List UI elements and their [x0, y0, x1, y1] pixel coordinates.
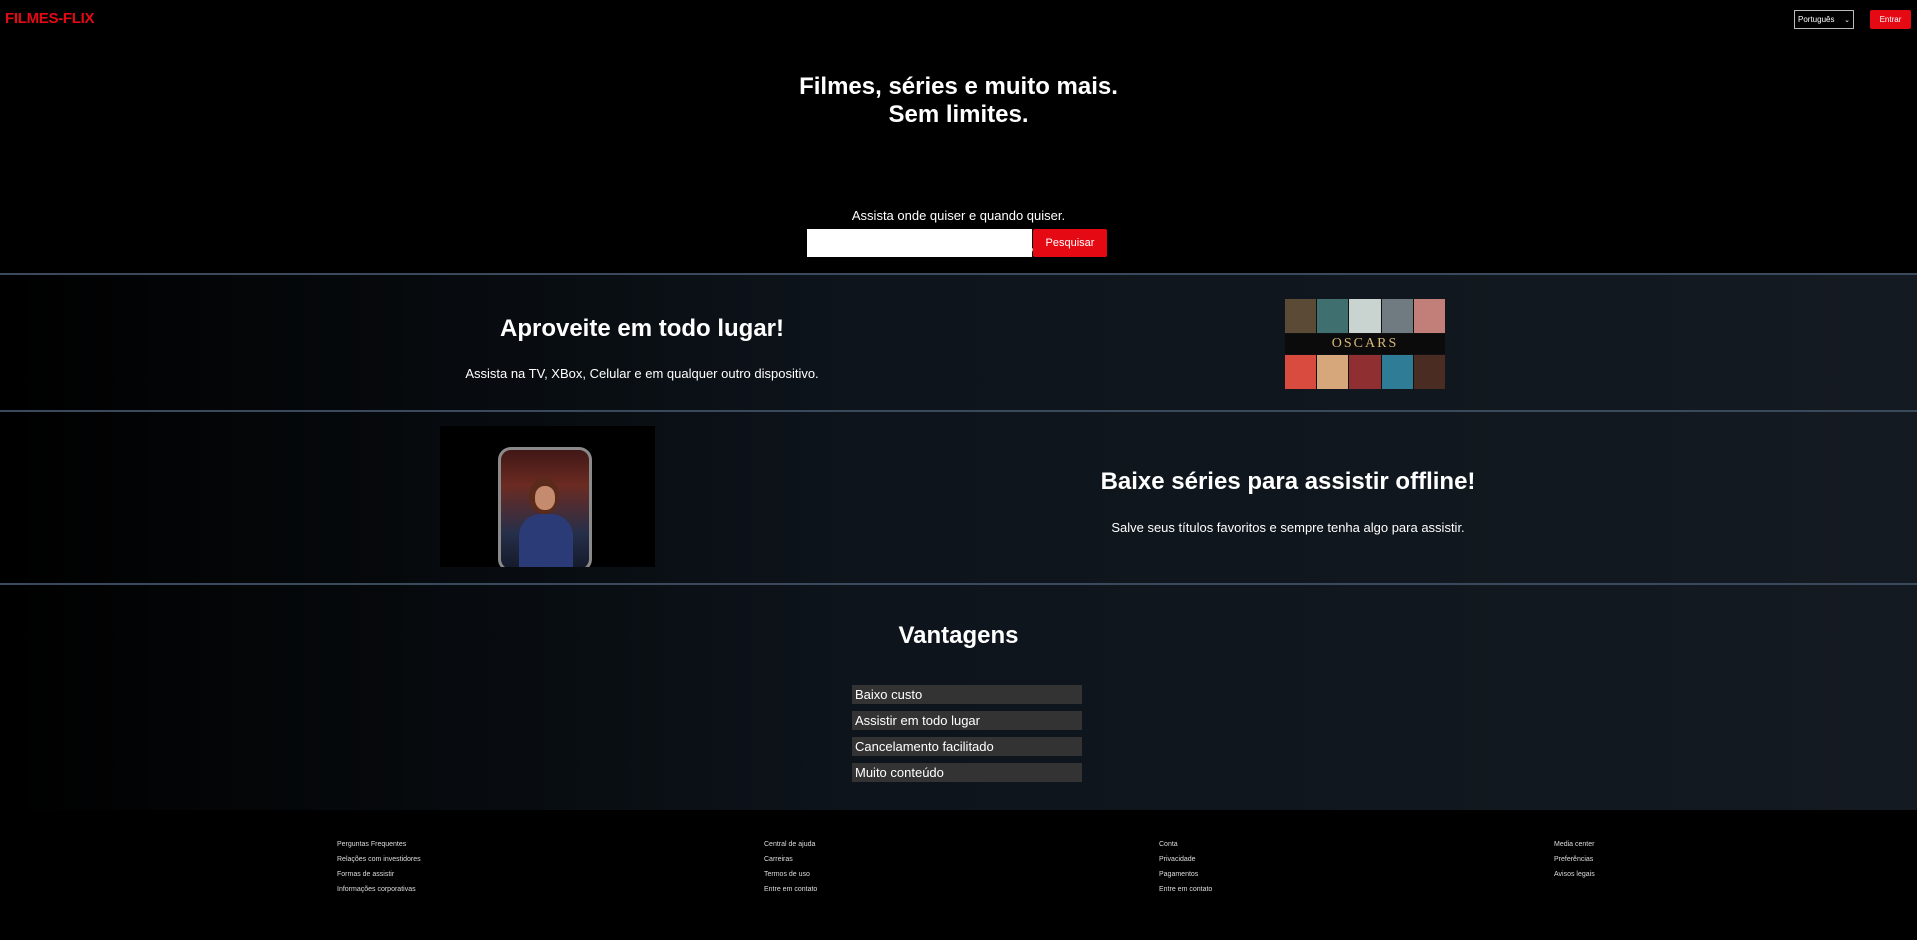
- poster-tile: [1285, 299, 1317, 333]
- list-item: Assistir em todo lugar: [852, 711, 1082, 730]
- footer-link[interactable]: Preferências: [1554, 855, 1595, 870]
- footer-link[interactable]: Formas de assistir: [337, 870, 421, 885]
- poster-tile: [1317, 299, 1349, 333]
- logo[interactable]: FILMES-FLIX: [5, 10, 95, 27]
- footer-link[interactable]: Termos de uso: [764, 870, 817, 885]
- section-everywhere: Aproveite em todo lugar! Assista na TV, …: [0, 273, 1917, 410]
- advantages-title: Vantagens: [898, 622, 1019, 649]
- chevron-down-icon: ⌄: [1844, 16, 1850, 24]
- character-face: [535, 486, 555, 510]
- search-button[interactable]: Pesquisar: [1033, 229, 1107, 257]
- poster-tile: [1349, 299, 1381, 333]
- header: FILMES-FLIX Português ⌄ Entrar: [0, 0, 1917, 40]
- footer-column-3: Conta Privacidade Pagamentos Entre em co…: [1159, 840, 1212, 900]
- language-select-value: Português: [1798, 15, 1835, 24]
- poster-tile: [1317, 355, 1349, 389]
- poster-tile: [1413, 299, 1445, 333]
- footer-link[interactable]: Carreiras: [764, 855, 817, 870]
- character-body: [519, 514, 573, 567]
- footer-column-2: Central de ajuda Carreiras Termos de uso…: [764, 840, 817, 900]
- footer-link[interactable]: Media center: [1554, 840, 1595, 855]
- hero-subtitle: Assista onde quiser e quando quiser.: [851, 208, 1066, 223]
- section-everywhere-text: Assista na TV, XBox, Celular e em qualqu…: [465, 366, 819, 381]
- section-offline: Baixe séries para assistir offline! Salv…: [0, 410, 1917, 583]
- footer-column-4: Media center Preferências Avisos legais: [1554, 840, 1595, 885]
- footer-column-1: Perguntas Frequentes Relações com invest…: [337, 840, 421, 900]
- section-offline-text: Salve seus títulos favoritos e sempre te…: [1111, 520, 1465, 535]
- poster-tile: [1349, 355, 1381, 389]
- footer-link[interactable]: Avisos legais: [1554, 870, 1595, 885]
- section-offline-title: Baixe séries para assistir offline!: [1100, 468, 1476, 495]
- hero-title-line2: Sem limites.: [888, 101, 1029, 128]
- footer-link[interactable]: Central de ajuda: [764, 840, 817, 855]
- search-input[interactable]: [807, 229, 1032, 257]
- footer: Perguntas Frequentes Relações com invest…: [0, 810, 1917, 940]
- poster-tile: [1413, 355, 1445, 389]
- list-item: Cancelamento facilitado: [852, 737, 1082, 756]
- section-advantages: Vantagens Baixo custo Assistir em todo l…: [0, 583, 1917, 810]
- poster-tile: [1285, 355, 1317, 389]
- oscars-logo-text: OSCARS: [1285, 333, 1445, 355]
- section-everywhere-title: Aproveite em todo lugar!: [499, 315, 785, 342]
- poster-tile: [1381, 299, 1413, 333]
- footer-link[interactable]: Perguntas Frequentes: [337, 840, 421, 855]
- footer-link[interactable]: Informações corporativas: [337, 885, 421, 900]
- list-item: Baixo custo: [852, 685, 1082, 704]
- footer-link[interactable]: Relações com investidores: [337, 855, 421, 870]
- poster-tile: [1381, 355, 1413, 389]
- footer-link[interactable]: Pagamentos: [1159, 870, 1212, 885]
- oscars-collage-image: OSCARS: [1285, 299, 1445, 389]
- footer-link[interactable]: Conta: [1159, 840, 1212, 855]
- login-button[interactable]: Entrar: [1870, 10, 1911, 29]
- hero-title-line1: Filmes, séries e muito mais.: [799, 73, 1118, 100]
- language-select[interactable]: Português ⌄: [1794, 10, 1854, 29]
- list-item: Muito conteúdo: [852, 763, 1082, 782]
- footer-link[interactable]: Entre em contato: [1159, 885, 1212, 900]
- phone-image: [440, 426, 655, 567]
- phone-icon: [498, 447, 592, 567]
- footer-link[interactable]: Entre em contato: [764, 885, 817, 900]
- advantages-list: Baixo custo Assistir em todo lugar Cance…: [852, 685, 1082, 789]
- footer-link[interactable]: Privacidade: [1159, 855, 1212, 870]
- hero-title: Filmes, séries e muito mais. Sem limites…: [0, 73, 1917, 129]
